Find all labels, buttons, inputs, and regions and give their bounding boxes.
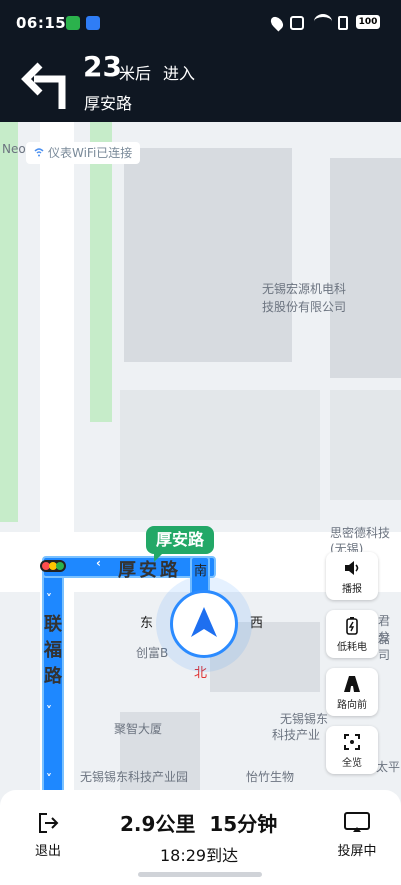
map-poi-label: 太平 [376,760,401,774]
next-road-name: 厚安路 [84,94,133,113]
signal-icon [290,16,304,30]
turn-action: 进入 [163,64,196,83]
road-label-vertical: 联 福 路 [44,614,62,687]
trip-duration: 15分钟 [209,812,278,836]
map-view[interactable]: Neo 仪表WiFi已连接 无锡宏源机电科 技股份有限公司 思密德科技 (无锡)… [0,122,401,790]
map-building [120,390,320,520]
wifi-connected-chip: 仪表WiFi已连接 [26,142,141,164]
map-building [124,148,292,362]
route-direction-icon: ˅ [46,592,52,606]
sim-icon [338,16,348,30]
battery-saver-icon [346,617,358,635]
turn-distance-unit: 米后 [119,64,152,83]
map-building [330,158,401,378]
exit-label: 退出 [34,844,61,859]
low-power-label: 低耗电 [337,642,367,653]
trip-summary-panel: 退出 2.9公里 15分钟 18:29到达 投屏中 [0,790,401,885]
road-icon [344,676,360,692]
route-ahead-label: 路向前 [337,700,367,711]
overview-button[interactable]: 全览 [326,726,378,774]
wifi-icon [314,14,332,29]
trip-distance: 2.9公里 [120,812,196,836]
turn-distance-value: 23 [83,50,122,83]
turn-left-icon [21,62,66,109]
low-power-button[interactable]: 低耗电 [326,610,378,658]
route-direction-icon: ˅ [46,772,52,786]
speaker-icon [345,561,359,575]
map-poi-label: 无锡锡东科技产业园 [80,770,189,784]
wifi-chip-text: 仪表WiFi已连接 [48,146,133,160]
turn-instruction-banner[interactable]: 23 米后 进入 厚安路 [0,42,401,122]
broadcast-label: 播报 [342,584,362,595]
trip-eta: 18:29到达 [160,846,239,865]
cast-label: 投屏中 [337,844,377,859]
navigation-arrow-icon [191,607,217,637]
route-direction-icon: ‹ [96,556,101,570]
current-road-bubble: 厚安路 [146,526,215,562]
overview-label: 全览 [342,758,362,769]
cast-icon [344,812,370,832]
current-location-icon [170,590,238,658]
exit-icon [39,813,59,833]
cast-button[interactable]: 投屏中 [332,810,382,859]
map-building [330,390,401,500]
map-green [90,122,112,422]
compass-east: 东 [140,616,154,631]
app-notification-icon [86,16,100,30]
exit-button[interactable]: 退出 [28,810,68,859]
traffic-light-icon [40,560,66,572]
broadcast-button[interactable]: 播报 [326,552,378,600]
status-time: 06:15 [16,14,67,32]
map-poi-label: 公司 [378,630,391,662]
location-icon [268,14,286,32]
map-poi-label: 无锡宏源机电科 [262,282,347,296]
home-indicator[interactable] [138,872,262,877]
wifi-icon [34,148,44,157]
route-direction-icon: ˅ [46,704,52,718]
map-label-neo: Neo [2,142,26,156]
road-label-horizontal: 厚安路 [118,560,181,581]
map-poi-label: 科技产业 [272,728,321,742]
app-notification-icon [66,16,80,30]
fullscreen-icon [344,734,360,750]
route-ahead-button[interactable]: 路向前 [326,668,378,716]
compass-west: 西 [250,616,264,631]
map-poi-label: 聚智大厦 [114,722,163,736]
map-poi-label: 技股份有限公司 [262,300,347,314]
battery-level: 100 [358,17,378,27]
map-poi-label: 创富B [136,646,169,660]
compass-north: 北 [194,666,208,681]
map-green [0,122,18,522]
map-poi-label: 怡竹生物 [246,770,295,784]
battery-icon: 100 [356,15,380,29]
trip-distance-duration: 2.9公里 15分钟 [120,808,277,837]
compass-south: 南 [194,564,208,579]
